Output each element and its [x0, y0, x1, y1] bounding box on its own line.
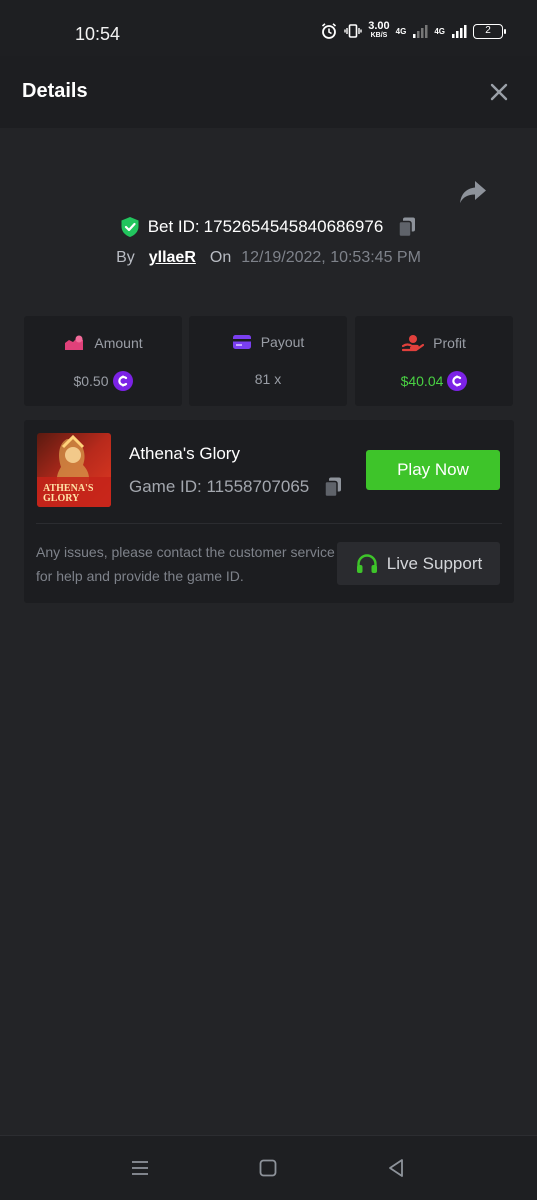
- signal-icon: [413, 25, 428, 38]
- payout-value: 81 x: [254, 371, 282, 387]
- divider: [36, 523, 502, 524]
- play-now-button[interactable]: Play Now: [366, 450, 500, 490]
- amount-card: Amount $0.50: [24, 316, 182, 406]
- menu-icon[interactable]: [128, 1156, 152, 1180]
- battery-icon: 2: [473, 23, 506, 39]
- bet-id-label: Bet ID:: [147, 217, 200, 236]
- verified-shield-icon: [121, 217, 139, 237]
- close-icon[interactable]: [487, 80, 511, 104]
- details-header: Details: [0, 56, 537, 128]
- live-support-button[interactable]: Live Support: [337, 542, 500, 585]
- back-icon[interactable]: [384, 1156, 408, 1180]
- game-id-row: Game ID: 11558707065: [129, 476, 343, 498]
- network-type-2: 4G: [434, 26, 445, 36]
- thumb-title-2: GLORY: [43, 493, 80, 504]
- system-nav-bar: [0, 1135, 537, 1200]
- amount-value: $0.50: [73, 373, 109, 389]
- share-icon[interactable]: [458, 178, 488, 206]
- game-card: ATHENA'S GLORY Athena's Glory Game ID: 1…: [24, 420, 514, 603]
- live-support-label: Live Support: [386, 553, 483, 573]
- payout-label: Payout: [260, 334, 305, 350]
- speed-unit: KB/S: [370, 32, 388, 39]
- help-text: Any issues, please contact the customer …: [36, 544, 335, 584]
- home-icon[interactable]: [256, 1156, 280, 1180]
- page-title: Details: [22, 80, 88, 102]
- bet-date: 12/19/2022, 10:53:45 PM: [241, 249, 421, 266]
- by-label: By: [116, 249, 135, 266]
- amount-label: Amount: [94, 335, 143, 351]
- on-label: On: [209, 249, 232, 266]
- network-speed: 3.00 KB/S: [368, 20, 390, 40]
- speed-value: 3.00: [368, 20, 390, 32]
- wallet-icon: [232, 335, 251, 349]
- bet-meta-row: By yllaeR On 12/19/2022, 10:53:45 PM: [0, 249, 537, 267]
- bet-id-value: 1752654545840686976: [203, 217, 384, 236]
- coin-icon: [447, 371, 468, 391]
- game-id-value: 11558707065: [206, 477, 310, 496]
- network-type-1: 4G: [395, 26, 407, 36]
- vibrate-icon: [344, 24, 362, 38]
- amount-icon: [65, 335, 84, 350]
- profit-card: Profit $40.04: [355, 316, 513, 406]
- profit-icon: [402, 335, 425, 352]
- profit-label: Profit: [433, 335, 466, 351]
- status-icons: 3.00 KB/S 4G 4G 2: [320, 20, 506, 40]
- profit-value: $40.04: [400, 373, 444, 389]
- copy-icon[interactable]: [397, 216, 417, 238]
- game-name: Athena's Glory: [129, 444, 240, 463]
- copy-icon[interactable]: [323, 476, 343, 498]
- alarm-icon: [322, 23, 337, 39]
- user-link[interactable]: yllaeR: [149, 249, 196, 267]
- status-bar: 10:54 3.00 KB/S 4G 4G 2: [0, 0, 537, 56]
- signal-icon-2: [452, 25, 467, 38]
- payout-card: Payout 81 x: [189, 316, 347, 406]
- status-time: 10:54: [75, 24, 121, 44]
- bet-id-row: Bet ID: 1752654545840686976: [0, 216, 537, 238]
- game-thumbnail[interactable]: ATHENA'S GLORY: [37, 433, 111, 507]
- headset-icon: [356, 553, 377, 573]
- coin-icon: [112, 371, 133, 391]
- game-id-label: Game ID:: [129, 477, 202, 496]
